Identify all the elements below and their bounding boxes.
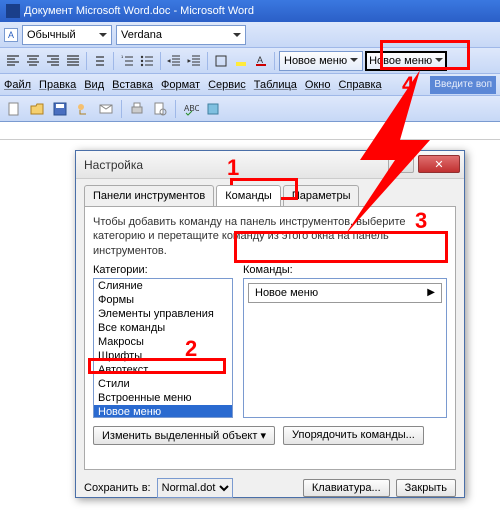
commands-listbox[interactable]: Новое меню▶ — [243, 278, 447, 418]
word-icon — [6, 4, 20, 18]
email-icon[interactable] — [96, 99, 116, 119]
style-pane-icon[interactable]: A — [4, 28, 18, 42]
spelling-icon[interactable]: ABC — [181, 99, 201, 119]
font-color-icon[interactable]: A — [252, 52, 270, 70]
standard-toolbar: ABC — [0, 96, 500, 122]
dialog-title: Настройка — [84, 158, 143, 172]
ruler — [0, 122, 500, 140]
tab-commands[interactable]: Команды — [216, 185, 281, 206]
font-dropdown[interactable]: Verdana — [116, 25, 246, 45]
instructions-text: Чтобы добавить команду на панель инструм… — [93, 215, 447, 258]
help-search-box[interactable]: Введите воп — [430, 76, 496, 94]
annotation-number-2: 2 — [185, 336, 197, 362]
decrease-indent-icon[interactable] — [165, 52, 183, 70]
category-item[interactable]: Слияние — [94, 279, 232, 293]
chevron-right-icon: ▶ — [427, 287, 435, 298]
annotation-number-4: 4 — [402, 72, 414, 98]
save-icon[interactable] — [50, 99, 70, 119]
print-icon[interactable] — [127, 99, 147, 119]
new-doc-icon[interactable] — [4, 99, 24, 119]
category-item[interactable]: Элементы управления — [94, 307, 232, 321]
category-item[interactable]: Формы — [94, 293, 232, 307]
increase-indent-icon[interactable] — [185, 52, 203, 70]
formatting-toolbar-row2: 1 A Новое меню Новое меню — [0, 48, 500, 74]
category-item[interactable]: Автотекст — [94, 363, 232, 377]
category-item[interactable]: Шрифты — [94, 349, 232, 363]
menu-window[interactable]: Окно — [305, 79, 331, 91]
numbered-list-icon[interactable]: 1 — [118, 52, 136, 70]
align-right-icon[interactable] — [44, 52, 62, 70]
keyboard-button[interactable]: Клавиатура... — [303, 479, 390, 497]
menu-bar: Файл Правка Вид Вставка Формат Сервис Та… — [0, 74, 500, 96]
close-button[interactable]: Закрыть — [396, 479, 456, 497]
justify-icon[interactable] — [64, 52, 82, 70]
window-title: Документ Microsoft Word.doc - Microsoft … — [24, 5, 254, 17]
style-dropdown[interactable]: Обычный — [22, 25, 112, 45]
print-preview-icon[interactable] — [150, 99, 170, 119]
new-menu-button-2[interactable]: Новое меню — [365, 51, 447, 71]
align-left-icon[interactable] — [4, 52, 22, 70]
dialog-close-button[interactable]: ✕ — [418, 155, 460, 173]
tab-panel-commands: Чтобы добавить команду на панель инструм… — [84, 206, 456, 470]
menu-file[interactable]: Файл — [4, 79, 31, 91]
line-spacing-icon[interactable] — [91, 52, 109, 70]
bullet-list-icon[interactable] — [138, 52, 156, 70]
permission-icon[interactable] — [73, 99, 93, 119]
menu-tools[interactable]: Сервис — [208, 79, 246, 91]
word-main-window: Документ Microsoft Word.doc - Microsoft … — [0, 0, 500, 140]
categories-label: Категории: — [93, 264, 233, 276]
save-in-dropdown[interactable]: Normal.dot — [157, 478, 233, 498]
menu-table[interactable]: Таблица — [254, 79, 297, 91]
formatting-toolbar-row1: A Обычный Verdana — [0, 22, 500, 48]
menu-insert[interactable]: Вставка — [112, 79, 153, 91]
dialog-help-button[interactable]: ? — [388, 155, 414, 173]
dialog-footer: Сохранить в: Normal.dot Клавиатура... За… — [84, 478, 456, 498]
menu-edit[interactable]: Правка — [39, 79, 76, 91]
tab-options[interactable]: Параметры — [283, 185, 360, 206]
tab-toolbars[interactable]: Панели инструментов — [84, 185, 214, 206]
align-center-icon[interactable] — [24, 52, 42, 70]
annotation-number-3: 3 — [415, 208, 427, 234]
categories-listbox[interactable]: СлияниеФормыЭлементы управленияВсе коман… — [93, 278, 233, 418]
menu-format[interactable]: Формат — [161, 79, 200, 91]
customize-dialog: Настройка ? ✕ Панели инструментов Команд… — [75, 150, 465, 498]
open-icon[interactable] — [27, 99, 47, 119]
titlebar: Документ Microsoft Word.doc - Microsoft … — [0, 0, 500, 22]
svg-text:1: 1 — [121, 54, 124, 59]
annotation-number-1: 1 — [227, 155, 239, 181]
new-menu-button-1[interactable]: Новое меню — [279, 51, 363, 71]
category-item[interactable]: Встроенные меню — [94, 391, 232, 405]
menu-help[interactable]: Справка — [338, 79, 381, 91]
category-item[interactable]: Новое меню — [94, 405, 232, 418]
modify-selection-button[interactable]: Изменить выделенный объект ▾ — [93, 426, 275, 445]
commands-label: Команды: — [243, 264, 447, 276]
dialog-titlebar: Настройка ? ✕ — [76, 151, 464, 179]
category-item[interactable]: Стили — [94, 377, 232, 391]
borders-icon[interactable] — [212, 52, 230, 70]
save-in-label: Сохранить в: — [84, 482, 151, 494]
command-item-new-menu[interactable]: Новое меню▶ — [248, 283, 442, 303]
category-item[interactable]: Все команды — [94, 321, 232, 335]
research-icon[interactable] — [204, 99, 224, 119]
category-item[interactable]: Макросы — [94, 335, 232, 349]
menu-view[interactable]: Вид — [84, 79, 104, 91]
rearrange-commands-button[interactable]: Упорядочить команды... — [283, 426, 424, 445]
svg-text:A: A — [257, 55, 263, 65]
dialog-tabs: Панели инструментов Команды Параметры — [84, 185, 456, 206]
highlight-icon[interactable] — [232, 52, 250, 70]
